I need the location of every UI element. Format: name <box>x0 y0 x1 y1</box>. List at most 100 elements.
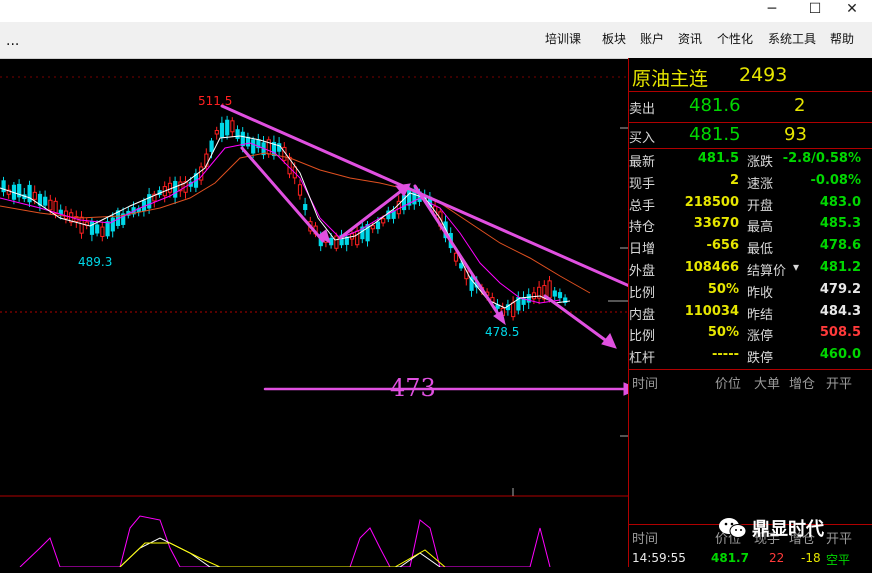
stat-value: 479.2 <box>819 281 861 297</box>
candle-body <box>225 119 230 136</box>
stat-label: 速涨 <box>747 176 774 192</box>
menu-sector[interactable]: 板块 <box>602 22 626 56</box>
wechat-icon <box>719 518 747 538</box>
stat-value: 218500 <box>684 194 739 210</box>
stat-value: ----- <box>712 347 739 363</box>
candle-body <box>370 225 375 230</box>
stat-value: 2 <box>729 172 739 188</box>
candle-body <box>375 221 381 230</box>
quote-stat-row: 持仓 33670 最高 485.3 <box>629 216 872 238</box>
high-price-label: 511.5 <box>198 94 232 108</box>
stat-value: 483.0 <box>819 194 861 210</box>
candle-body <box>48 199 53 211</box>
target-price-label: 473 <box>390 374 436 402</box>
candle-body <box>219 122 225 138</box>
stat-label: 外盘 <box>629 264 656 279</box>
candle-body <box>245 136 251 147</box>
stat-value: 478.6 <box>819 238 861 254</box>
buy-label: 买入 <box>629 131 656 146</box>
menu-system-tools[interactable]: 系统工具 <box>768 22 816 56</box>
menu-account[interactable]: 账户 <box>640 22 664 56</box>
buy-price: 481.5 <box>689 124 741 145</box>
close-button[interactable]: ✕ <box>832 0 872 20</box>
maximize-button[interactable]: ☐ <box>795 0 835 20</box>
sell-volume: 2 <box>794 95 806 116</box>
candle-body <box>251 139 256 154</box>
stat-value: 481.5 <box>697 151 739 166</box>
stat-label: 最新 <box>629 155 656 170</box>
stat-value: 460.0 <box>819 347 861 363</box>
candle-body <box>557 292 563 299</box>
minimize-button[interactable]: ─ <box>752 0 792 20</box>
ticks-col-type: 开平 <box>826 377 853 392</box>
candle-body <box>303 204 308 211</box>
divider <box>629 369 872 370</box>
candle-body <box>240 131 245 147</box>
candle-body <box>381 218 386 224</box>
quote-panel: 原油主连 2493 卖出 481.6 2 买入 481.5 93 最新 481.5… <box>628 58 872 567</box>
stat-label: 涨停 <box>747 329 774 345</box>
candle-body <box>58 209 63 215</box>
candle-body <box>95 224 100 234</box>
sell-label: 卖出 <box>629 102 656 117</box>
menu-news[interactable]: 资讯 <box>678 22 702 56</box>
divider <box>629 91 872 92</box>
candle-body <box>63 210 69 220</box>
quote-stat-row: 最新 481.5 涨跌 -2.8/0.58% <box>629 151 872 173</box>
candle-body <box>531 292 537 300</box>
candle-body <box>334 235 339 249</box>
price-chart[interactable]: 511.5 489.3 478.5 473 <box>0 58 654 568</box>
candle-body <box>297 184 303 196</box>
stat-label: 现手 <box>629 176 656 192</box>
stat-value: 485.3 <box>819 216 861 232</box>
candle-body <box>214 130 219 135</box>
stat-label: 日增 <box>629 242 656 258</box>
chart-grid <box>0 76 628 497</box>
candlestick-chart-area[interactable]: 511.5 489.3 478.5 473 <box>0 58 654 568</box>
ticks-header: 时间 价位 大单 增仓 开平 <box>629 373 872 395</box>
candle-body <box>235 129 240 139</box>
stat-value: 50% <box>707 325 739 341</box>
stat-label: 涨跌 <box>747 155 774 170</box>
tick-row[interactable]: 14:59:55 481.7 22 -18 空平 <box>629 551 872 573</box>
menu-training[interactable]: 培训课 <box>545 22 581 56</box>
candle-body <box>167 182 173 193</box>
tick-volume: 22 <box>769 551 785 565</box>
ticks-col-time: 时间 <box>632 377 659 392</box>
watermark-text: 鼎显时代 <box>752 519 824 540</box>
low-price-label-left: 489.3 <box>78 255 112 269</box>
sell-row: 卖出 481.6 2 <box>629 95 872 121</box>
stat-label: 最低 <box>747 242 774 258</box>
candle-body <box>105 221 110 237</box>
quote-stat-row: 杠杆 ----- 跌停 460.0 <box>629 347 872 369</box>
candle-body <box>277 143 282 152</box>
buy-row: 买入 481.5 93 <box>629 124 872 150</box>
candle-body <box>459 263 464 269</box>
quote-stat-row: 总手 218500 开盘 483.0 <box>629 195 872 217</box>
menu-personalize[interactable]: 个性化 <box>717 22 753 56</box>
candle-body <box>355 230 360 246</box>
target-arrowhead <box>601 333 617 349</box>
stat-value: 484.3 <box>819 303 861 319</box>
stat-label: 最高 <box>747 220 774 236</box>
stat-value: -656 <box>706 238 739 254</box>
candle-body <box>209 140 214 152</box>
quote-stat-row: 内盘 110034 昨结 484.3 <box>629 304 872 326</box>
menu-help[interactable]: 帮助 <box>830 22 854 56</box>
instrument-code: 2493 <box>739 64 788 86</box>
stat-label: 持仓 <box>629 220 656 236</box>
stat-value: 33670 <box>693 216 739 232</box>
window-titlebar: ─ ☐ ✕ <box>0 0 872 22</box>
stat-value: 108466 <box>684 260 739 275</box>
overflow-menu-button[interactable]: ... <box>6 22 19 56</box>
candle-body <box>511 302 516 318</box>
menu-bar: ... 培训课 板块 账户 资讯 个性化 系统工具 帮助 <box>0 22 872 59</box>
quote-stat-row: 比例 50% 昨收 479.2 <box>629 282 872 304</box>
watermark: 鼎显时代 <box>718 513 858 543</box>
stat-value: 50% <box>707 281 739 297</box>
chevron-down-icon[interactable]: ▾ <box>793 260 799 274</box>
stat-label: 总手 <box>629 198 656 214</box>
candle-body <box>173 180 178 198</box>
buy-volume: 93 <box>784 124 807 145</box>
candle-body <box>43 196 48 206</box>
